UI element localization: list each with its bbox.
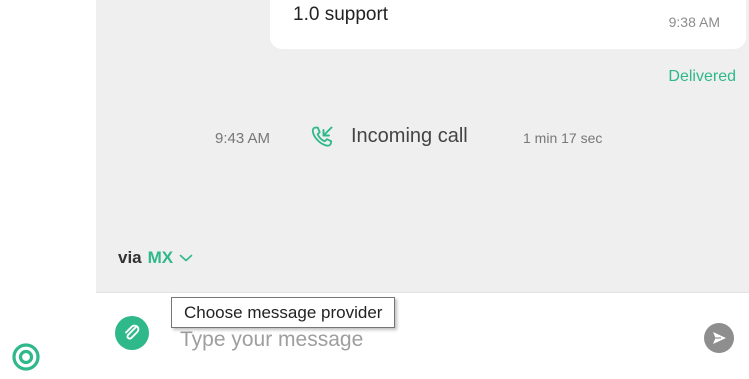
conversation-panel: 1.0 support 9:38 AM Delivered 9:43 AM In… (96, 0, 749, 292)
attach-button[interactable] (115, 316, 149, 350)
provider-tooltip: Choose message provider (171, 297, 396, 328)
send-button[interactable] (704, 323, 734, 353)
message-time: 9:38 AM (668, 14, 720, 30)
message-input[interactable] (180, 323, 680, 357)
call-label: Incoming call (351, 125, 468, 147)
via-label: via (118, 248, 142, 267)
chevron-down-icon[interactable] (179, 253, 193, 263)
paperclip-icon (125, 324, 140, 340)
provider-name[interactable]: MX (148, 248, 174, 268)
message-text: 1.0 support (293, 4, 389, 25)
incoming-call-icon (311, 126, 333, 147)
left-rail (0, 0, 96, 379)
provider-row: via MX (118, 246, 193, 270)
provider-dropdown[interactable]: MX (148, 248, 194, 268)
messenger-window: 1.0 support 9:38 AM Delivered 9:43 AM In… (0, 0, 749, 379)
target-icon[interactable] (11, 342, 41, 372)
message-bubble: 1.0 support 9:38 AM (270, 0, 746, 49)
call-time: 9:43 AM (215, 130, 271, 147)
delivery-status: Delivered (668, 68, 736, 85)
call-duration: 1 min 17 sec (523, 130, 603, 146)
call-event: 9:43 AM Incoming call 1 min 17 sec (96, 124, 749, 154)
send-icon (713, 332, 726, 344)
